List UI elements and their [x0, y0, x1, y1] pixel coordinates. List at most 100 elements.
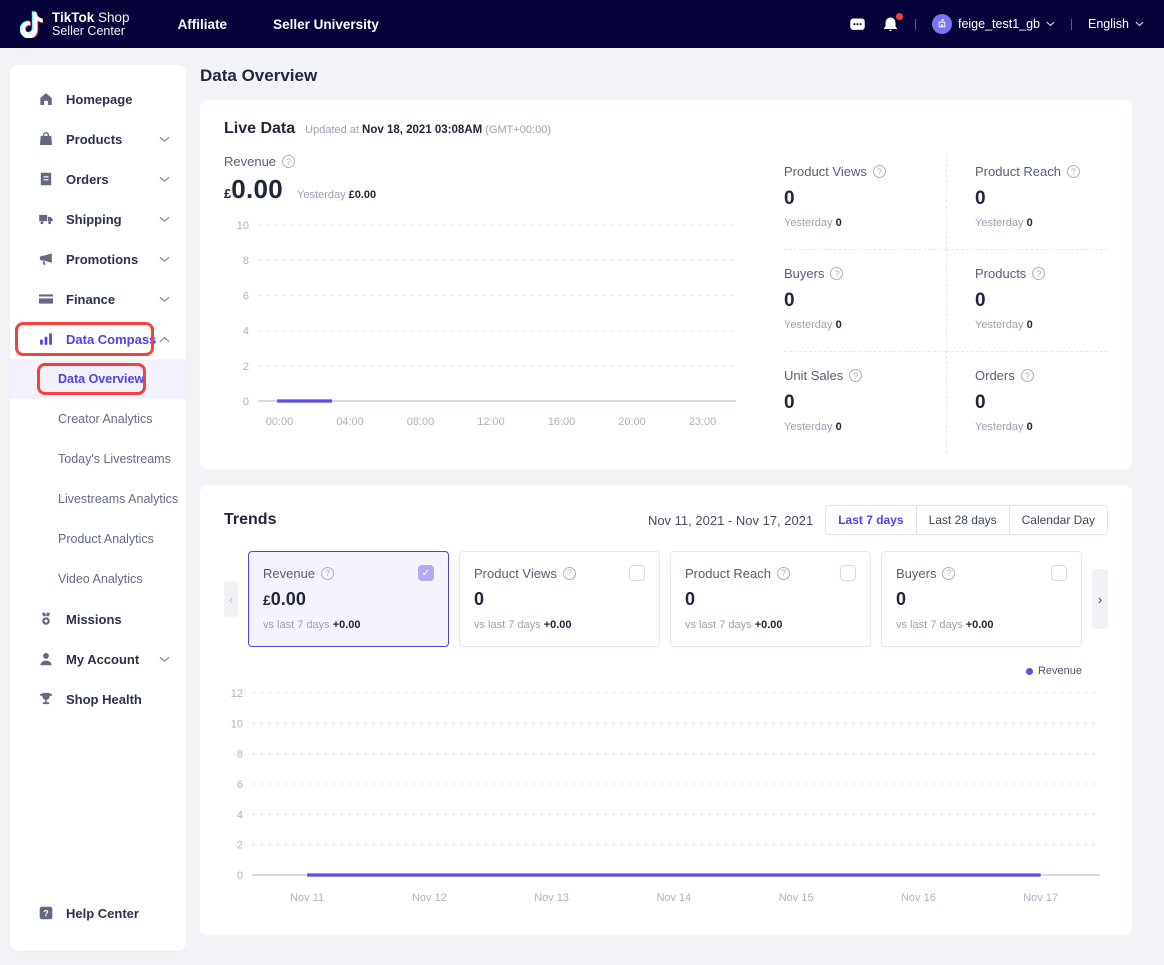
trend-metric-cards: Revenue£0.00vs last 7 days +0.00Product …: [248, 551, 1082, 647]
sidebar-item-homepage[interactable]: Homepage: [10, 79, 186, 119]
svg-text:00:00: 00:00: [266, 416, 294, 428]
range-button-last-7-days[interactable]: Last 7 days: [826, 506, 915, 534]
range-button-last-28-days[interactable]: Last 28 days: [916, 506, 1009, 534]
sidebar-subitem-livestreams-analytics[interactable]: Livestreams Analytics: [10, 479, 186, 519]
metric-value: 0: [784, 392, 946, 414]
metric-label: Products: [975, 266, 1026, 281]
trends-card: Trends Nov 11, 2021 - Nov 17, 2021 Last …: [200, 485, 1132, 935]
svg-text:23:00: 23:00: [689, 416, 717, 428]
sidebar-item-orders[interactable]: Orders: [10, 159, 186, 199]
sidebar-subitem-label: Video Analytics: [58, 572, 143, 586]
trend-card-checkbox[interactable]: [418, 565, 434, 581]
page-title: Data Overview: [200, 66, 1132, 86]
metric-value: 0: [784, 188, 946, 210]
data-compass-icon: [38, 331, 54, 347]
missions-icon: [38, 611, 54, 627]
help-tooltip-icon[interactable]: [1021, 369, 1034, 382]
metric-buyers: Buyers0Yesterday 0: [784, 249, 946, 351]
sidebar-item-missions[interactable]: Missions: [10, 599, 186, 639]
sidebar-menu: Homepage ProductsOrders Shipping Promotions…: [10, 79, 186, 719]
svg-text:4: 4: [243, 326, 249, 338]
sidebar-item-shipping[interactable]: Shipping: [10, 199, 186, 239]
trend-card-checkbox[interactable]: [1051, 565, 1067, 581]
sidebar-item-label: Shipping: [66, 212, 122, 227]
sidebar-item-data-compass[interactable]: Data Compass: [10, 319, 186, 359]
live-data-card: Live Data Updated at Nov 18, 2021 03:08A…: [200, 100, 1132, 469]
trend-card-label: Buyers: [896, 566, 936, 581]
topnav-seller-university[interactable]: Seller University: [273, 17, 379, 32]
trends-revenue-chart: 121086420Nov 11Nov 12Nov 13Nov 14Nov 15N…: [224, 683, 1108, 907]
tiktok-logo[interactable]: TikTok Shop Seller Center: [20, 10, 130, 38]
sidebar-subitem-label: Data Overview: [58, 372, 144, 386]
trend-card-checkbox[interactable]: [840, 565, 856, 581]
notifications-bell-icon[interactable]: [882, 16, 899, 33]
trend-card-revenue[interactable]: Revenue£0.00vs last 7 days +0.00: [248, 551, 449, 647]
sidebar-subitem-creator-analytics[interactable]: Creator Analytics: [10, 399, 186, 439]
trend-card-value: 0: [896, 589, 906, 609]
chart-legend: Revenue: [224, 665, 1108, 677]
trend-card-compare: vs last 7 days +0.00: [263, 619, 434, 631]
metric-yesterday: Yesterday 0: [975, 217, 1108, 229]
brand-subtitle: Seller Center: [52, 24, 130, 38]
carousel-right-arrow[interactable]: ›: [1092, 569, 1108, 629]
metric-label: Buyers: [784, 266, 824, 281]
help-tooltip-icon[interactable]: [830, 267, 843, 280]
sidebar-subitem-today-s-livestreams[interactable]: Today's Livestreams: [10, 439, 186, 479]
sidebar-subitem-label: Creator Analytics: [58, 412, 152, 426]
user-menu[interactable]: feige_test1_gb: [932, 14, 1055, 34]
divider: [915, 19, 916, 30]
help-tooltip-icon[interactable]: [321, 567, 334, 580]
trend-card-buyers[interactable]: Buyers 0 vs last 7 days +0.00: [881, 551, 1082, 647]
trend-card-product-reach[interactable]: Product Reach0vs last 7 days +0.00: [670, 551, 871, 647]
language-selector[interactable]: English: [1088, 17, 1144, 31]
sidebar-item-promotions[interactable]: Promotions: [10, 239, 186, 279]
promotions-icon: [38, 251, 54, 267]
trend-card-compare: vs last 7 days +0.00: [474, 619, 645, 631]
carousel-left-arrow[interactable]: ‹: [224, 581, 238, 617]
revenue-yesterday: Yesterday £0.00: [297, 189, 376, 201]
help-tooltip-icon[interactable]: [777, 567, 790, 580]
chevron-down-icon: [159, 256, 170, 263]
help-tooltip-icon[interactable]: [1067, 165, 1080, 178]
help-tooltip-icon[interactable]: [563, 567, 576, 580]
sidebar-item-shop-health[interactable]: Shop Health: [10, 679, 186, 719]
divider: [1071, 19, 1072, 30]
messages-icon[interactable]: [849, 16, 866, 33]
chevron-down-icon: [159, 176, 170, 183]
sidebar-item-help-center[interactable]: ? Help Center: [10, 893, 186, 951]
sidebar-item-my-account[interactable]: My Account: [10, 639, 186, 679]
help-tooltip-icon[interactable]: [849, 369, 862, 382]
chevron-up-icon: [159, 336, 170, 343]
sidebar-subitem-product-analytics[interactable]: Product Analytics: [10, 519, 186, 559]
svg-text:8: 8: [243, 255, 249, 267]
legend-dot-icon: [1026, 668, 1033, 675]
topnav-affiliate[interactable]: Affiliate: [178, 17, 228, 32]
trend-card-checkbox[interactable]: [629, 565, 645, 581]
account-icon: [38, 651, 54, 667]
help-tooltip-icon[interactable]: [873, 165, 886, 178]
svg-text:Nov 16: Nov 16: [901, 892, 936, 904]
svg-text:0: 0: [237, 870, 243, 882]
help-tooltip-icon[interactable]: [1032, 267, 1045, 280]
range-button-calendar-day[interactable]: Calendar Day: [1009, 506, 1107, 534]
sidebar-item-finance[interactable]: Finance: [10, 279, 186, 319]
help-icon: ?: [38, 905, 54, 921]
sidebar-subitem-data-overview[interactable]: Data Overview: [10, 359, 186, 399]
help-tooltip-icon[interactable]: [942, 567, 955, 580]
help-tooltip-icon[interactable]: [282, 155, 295, 168]
chevron-down-icon: [159, 136, 170, 143]
sidebar-subitem-label: Livestreams Analytics: [58, 492, 178, 506]
sidebar-subitem-video-analytics[interactable]: Video Analytics: [10, 559, 186, 599]
trend-card-product-views[interactable]: Product Views0vs last 7 days +0.00: [459, 551, 660, 647]
metric-product-views: Product Views0Yesterday 0: [784, 154, 946, 249]
chevron-down-icon: [1135, 21, 1144, 27]
sidebar-item-label: Homepage: [66, 92, 132, 107]
user-name: feige_test1_gb: [958, 17, 1040, 31]
trend-card-compare: vs last 7 days +0.00: [896, 619, 1067, 631]
metric-yesterday: Yesterday 0: [784, 319, 946, 331]
sidebar-item-label: Help Center: [66, 906, 139, 921]
svg-text:Nov 15: Nov 15: [779, 892, 814, 904]
live-revenue-chart: 108642000:0004:0008:0012:0016:0020:0023:…: [224, 217, 740, 431]
sidebar-item-products[interactable]: Products: [10, 119, 186, 159]
metric-yesterday: Yesterday 0: [975, 421, 1108, 433]
